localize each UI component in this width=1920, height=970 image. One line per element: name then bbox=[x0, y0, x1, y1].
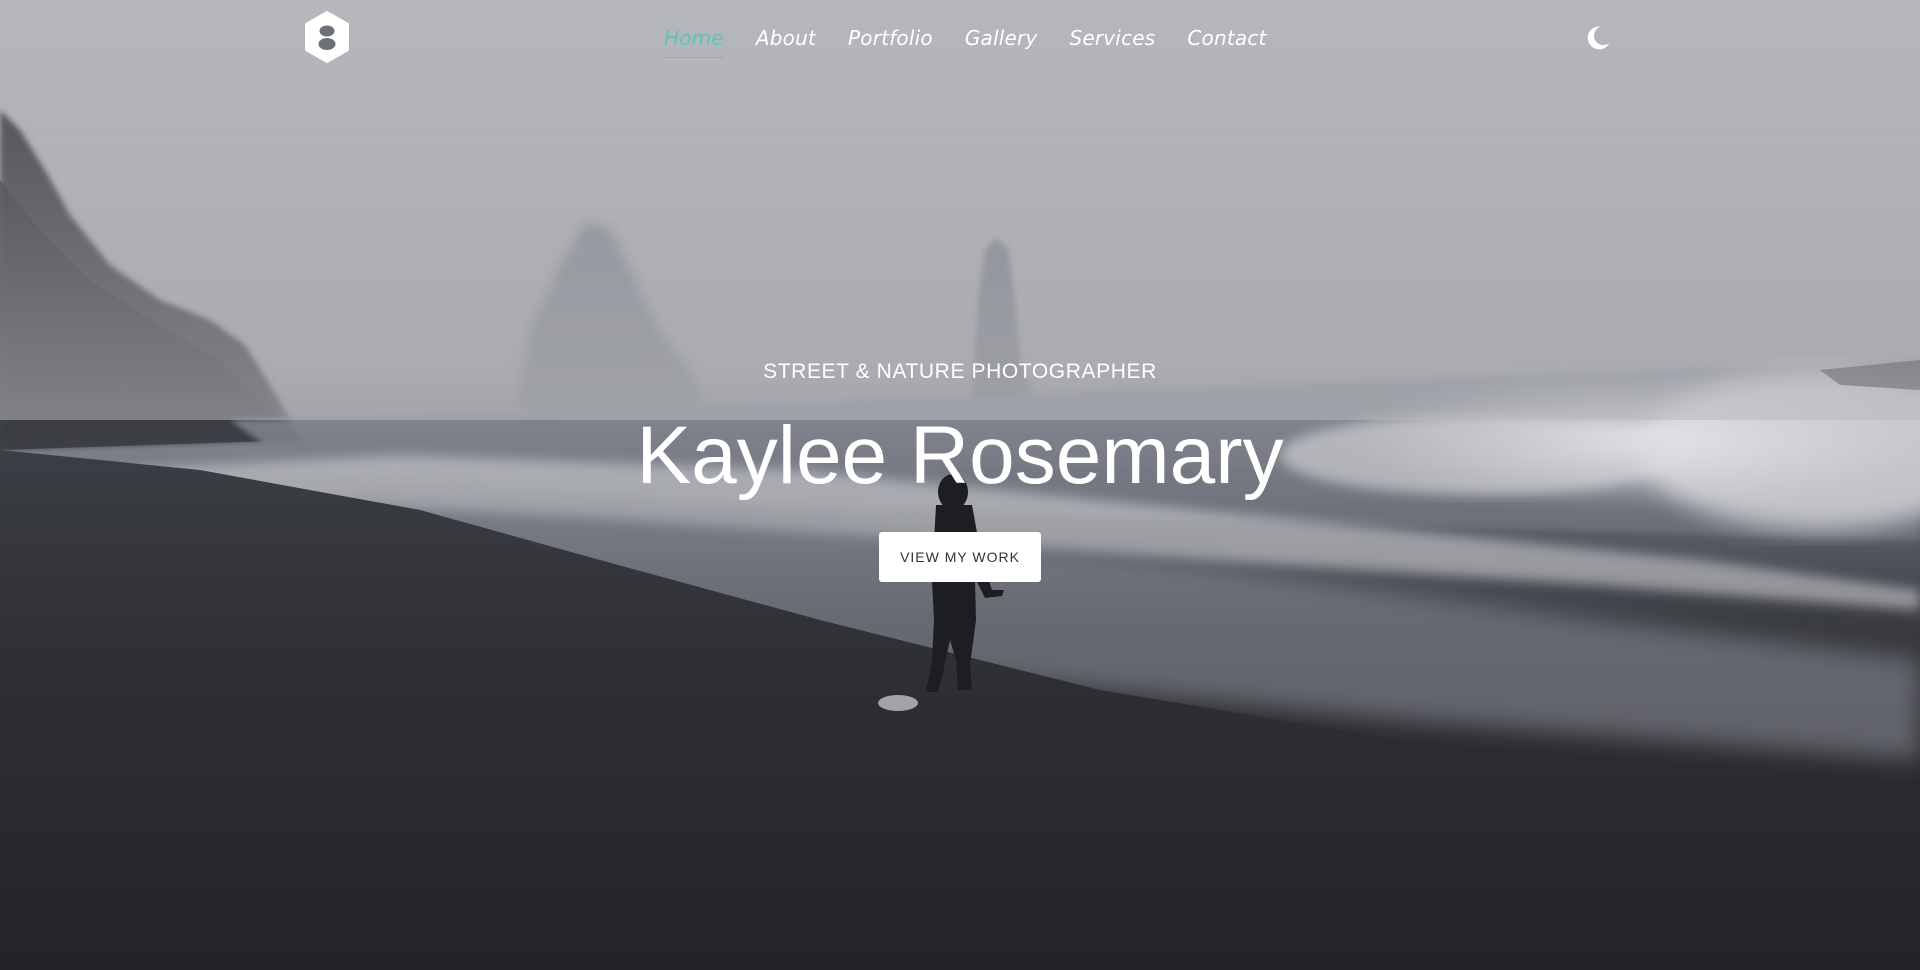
top-navigation: Home About Portfolio Gallery Services Co… bbox=[0, 0, 1920, 78]
hero-title: Kaylee Rosemary bbox=[636, 410, 1284, 501]
hero-content: STREET & NATURE PHOTOGRAPHER Kaylee Rose… bbox=[0, 356, 1920, 582]
moon-icon bbox=[1587, 26, 1610, 50]
hexagon-logo-icon[interactable] bbox=[304, 11, 350, 63]
nav-item-contact[interactable]: Contact bbox=[1187, 24, 1266, 52]
nav-item-gallery[interactable]: Gallery bbox=[965, 24, 1038, 52]
nav-item-portfolio[interactable]: Portfolio bbox=[848, 24, 933, 52]
main-menu: Home About Portfolio Gallery Services Co… bbox=[664, 24, 1299, 58]
hero-subtitle: STREET & NATURE PHOTOGRAPHER bbox=[763, 360, 1157, 383]
nav-item-about[interactable]: About bbox=[756, 24, 816, 52]
view-my-work-button[interactable]: VIEW MY WORK bbox=[879, 532, 1041, 582]
theme-toggle-button[interactable] bbox=[1584, 24, 1612, 52]
nav-item-home[interactable]: Home bbox=[664, 24, 724, 58]
hero-section: Home About Portfolio Gallery Services Co… bbox=[0, 0, 1920, 970]
nav-item-services[interactable]: Services bbox=[1069, 24, 1155, 52]
